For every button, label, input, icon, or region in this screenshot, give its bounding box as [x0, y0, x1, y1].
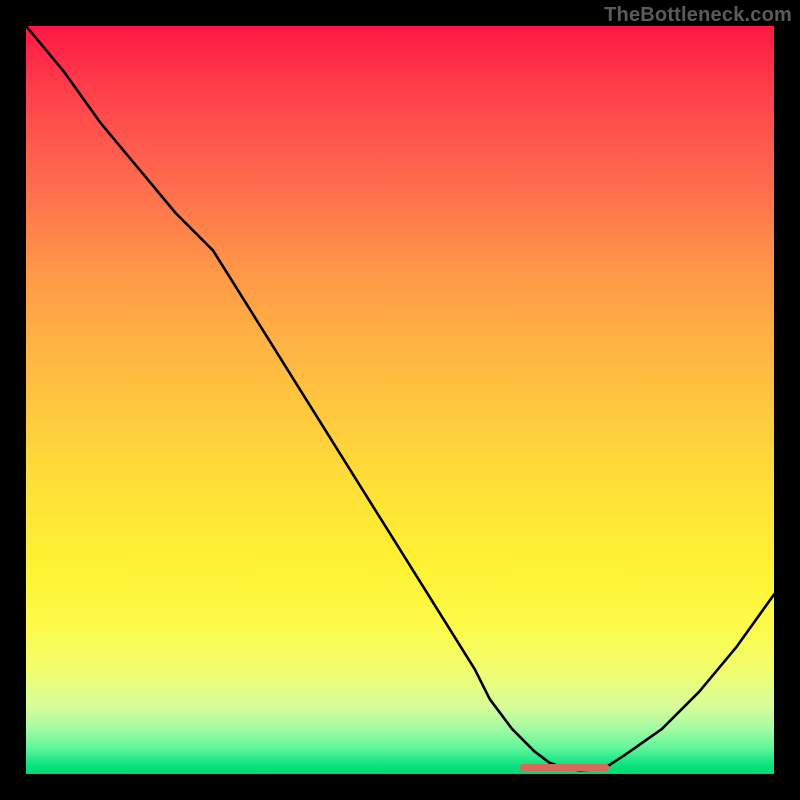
chart-frame: TheBottleneck.com	[0, 0, 800, 800]
attribution-text: TheBottleneck.com	[604, 4, 792, 27]
chart-plot-area	[26, 26, 774, 774]
chart-curve-svg	[26, 26, 774, 774]
bottleneck-curve	[26, 26, 774, 770]
